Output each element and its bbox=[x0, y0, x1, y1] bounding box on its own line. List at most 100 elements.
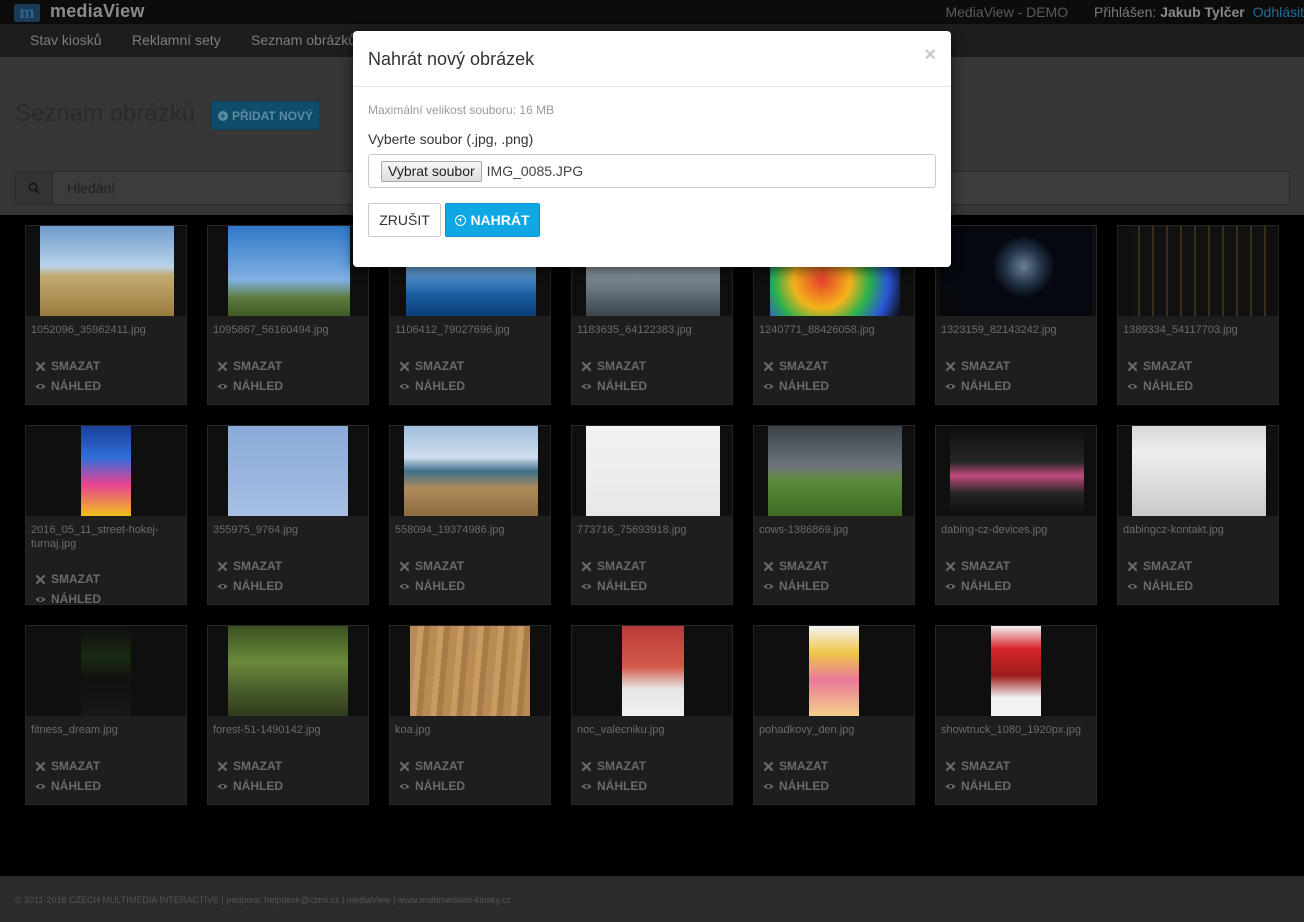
nav-image-list[interactable]: Seznam obrázků bbox=[251, 32, 356, 48]
file-input[interactable]: Vybrat soubor IMG_0085.JPG bbox=[368, 154, 936, 188]
image-thumbnail[interactable] bbox=[208, 426, 368, 516]
choose-file-button[interactable]: Vybrat soubor bbox=[381, 160, 482, 182]
image-thumbnail[interactable] bbox=[936, 226, 1096, 316]
preview-button[interactable]: NÁHLED bbox=[217, 579, 283, 593]
image-card: 1052096_35962411.jpg SMAZAT NÁHLED bbox=[25, 225, 187, 405]
delete-button[interactable]: SMAZAT bbox=[399, 759, 464, 773]
preview-label: NÁHLED bbox=[961, 779, 1011, 793]
close-x-icon bbox=[35, 761, 46, 771]
preview-button[interactable]: NÁHLED bbox=[1127, 579, 1193, 593]
image-thumbnail[interactable] bbox=[572, 626, 732, 716]
login-label: Přihlášen: bbox=[1094, 4, 1157, 20]
preview-button[interactable]: NÁHLED bbox=[35, 779, 101, 793]
image-thumbnail[interactable] bbox=[572, 426, 732, 516]
delete-button[interactable]: SMAZAT bbox=[35, 572, 100, 586]
eye-icon bbox=[581, 783, 592, 789]
thumbnail-image bbox=[768, 426, 902, 516]
nav-kiosk-status[interactable]: Stav kiosků bbox=[30, 32, 102, 48]
delete-button[interactable]: SMAZAT bbox=[581, 759, 646, 773]
image-thumbnail[interactable] bbox=[208, 226, 368, 316]
eye-icon bbox=[763, 783, 774, 789]
delete-button[interactable]: SMAZAT bbox=[1127, 559, 1192, 573]
preview-button[interactable]: NÁHLED bbox=[399, 779, 465, 793]
eye-icon bbox=[945, 583, 956, 589]
delete-button[interactable]: SMAZAT bbox=[217, 759, 282, 773]
image-thumbnail[interactable] bbox=[1118, 226, 1278, 316]
thumbnail-image bbox=[586, 426, 720, 516]
image-thumbnail[interactable] bbox=[754, 426, 914, 516]
preview-button[interactable]: NÁHLED bbox=[945, 779, 1011, 793]
image-thumbnail[interactable] bbox=[26, 626, 186, 716]
close-x-icon bbox=[399, 561, 410, 571]
upload-label: NAHRÁT bbox=[470, 212, 530, 228]
image-card: 2016_05_11_street-hokej-turnaj.jpg SMAZAT… bbox=[25, 425, 187, 606]
nav-ad-sets[interactable]: Reklamní sety bbox=[132, 32, 221, 48]
close-x-icon bbox=[1127, 561, 1138, 571]
image-thumbnail[interactable] bbox=[26, 426, 186, 516]
delete-button[interactable]: SMAZAT bbox=[581, 359, 646, 373]
image-thumbnail[interactable] bbox=[936, 626, 1096, 716]
cancel-button[interactable]: ZRUŠIT bbox=[368, 203, 441, 237]
thumbnail-image bbox=[622, 626, 684, 716]
preview-button[interactable]: NÁHLED bbox=[945, 579, 1011, 593]
preview-button[interactable]: NÁHLED bbox=[35, 379, 101, 393]
delete-button[interactable]: SMAZAT bbox=[399, 559, 464, 573]
delete-button[interactable]: SMAZAT bbox=[35, 359, 100, 373]
delete-button[interactable]: SMAZAT bbox=[763, 559, 828, 573]
delete-button[interactable]: SMAZAT bbox=[1127, 359, 1192, 373]
preview-button[interactable]: NÁHLED bbox=[217, 379, 283, 393]
thumbnail-image bbox=[950, 426, 1084, 516]
eye-icon bbox=[399, 583, 410, 589]
delete-button[interactable]: SMAZAT bbox=[217, 559, 282, 573]
delete-button[interactable]: SMAZAT bbox=[35, 759, 100, 773]
image-thumbnail[interactable] bbox=[936, 426, 1096, 516]
delete-button[interactable]: SMAZAT bbox=[399, 359, 464, 373]
preview-label: NÁHLED bbox=[779, 379, 829, 393]
thumbnail-image bbox=[228, 226, 350, 316]
delete-button[interactable]: SMAZAT bbox=[945, 759, 1010, 773]
preview-button[interactable]: NÁHLED bbox=[1127, 379, 1193, 393]
preview-button[interactable]: NÁHLED bbox=[399, 379, 465, 393]
close-x-icon bbox=[945, 361, 956, 371]
image-thumbnail[interactable] bbox=[1118, 426, 1278, 516]
image-thumbnail[interactable] bbox=[754, 626, 914, 716]
image-thumbnail[interactable] bbox=[390, 626, 550, 716]
max-size-note: Maximální velikost souboru: 16 MB bbox=[368, 103, 555, 117]
preview-label: NÁHLED bbox=[961, 579, 1011, 593]
image-thumbnail[interactable] bbox=[26, 226, 186, 316]
delete-button[interactable]: SMAZAT bbox=[945, 359, 1010, 373]
image-filename: dabing-cz-devices.jpg bbox=[941, 524, 1048, 536]
preview-button[interactable]: NÁHLED bbox=[217, 779, 283, 793]
preview-button[interactable]: NÁHLED bbox=[763, 579, 829, 593]
preview-button[interactable]: NÁHLED bbox=[581, 779, 647, 793]
logout-link[interactable]: Odhlásit bbox=[1253, 4, 1304, 20]
delete-button[interactable]: SMAZAT bbox=[945, 559, 1010, 573]
eye-icon bbox=[35, 783, 46, 789]
preview-button[interactable]: NÁHLED bbox=[581, 379, 647, 393]
delete-button[interactable]: SMAZAT bbox=[581, 559, 646, 573]
upload-button[interactable]: NAHRÁT bbox=[445, 203, 540, 237]
preview-button[interactable]: NÁHLED bbox=[763, 379, 829, 393]
app-logo[interactable]: m mediaView bbox=[14, 1, 145, 22]
delete-label: SMAZAT bbox=[415, 559, 465, 573]
delete-label: SMAZAT bbox=[779, 759, 829, 773]
image-thumbnail[interactable] bbox=[390, 426, 550, 516]
preview-button[interactable]: NÁHLED bbox=[763, 779, 829, 793]
image-filename: 355975_9764.jpg bbox=[213, 524, 299, 536]
delete-button[interactable]: SMAZAT bbox=[763, 759, 828, 773]
close-x-icon bbox=[399, 761, 410, 771]
image-thumbnail[interactable] bbox=[208, 626, 368, 716]
add-new-button[interactable]: + PŘIDAT NOVÝ bbox=[211, 101, 320, 130]
preview-button[interactable]: NÁHLED bbox=[399, 579, 465, 593]
preview-button[interactable]: NÁHLED bbox=[581, 579, 647, 593]
preview-button[interactable]: NÁHLED bbox=[945, 379, 1011, 393]
delete-button[interactable]: SMAZAT bbox=[217, 359, 282, 373]
close-icon[interactable]: × bbox=[924, 45, 936, 65]
delete-button[interactable]: SMAZAT bbox=[763, 359, 828, 373]
close-x-icon bbox=[581, 361, 592, 371]
eye-icon bbox=[35, 596, 46, 602]
preview-label: NÁHLED bbox=[51, 379, 101, 393]
preview-label: NÁHLED bbox=[51, 779, 101, 793]
image-card: 1095867_56160494.jpg SMAZAT NÁHLED bbox=[207, 225, 369, 405]
preview-button[interactable]: NÁHLED bbox=[35, 592, 101, 606]
